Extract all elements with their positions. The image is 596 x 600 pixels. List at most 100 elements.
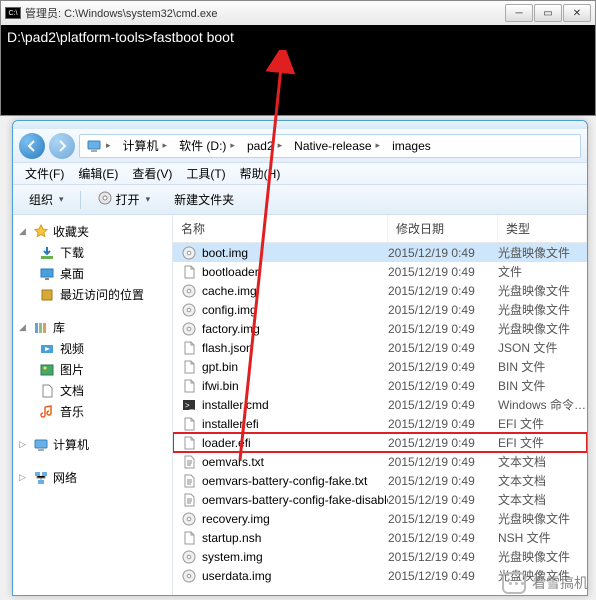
explorer-caption[interactable] [13,121,587,129]
breadcrumb-segment[interactable]: pad2▸ [241,135,288,157]
sidebar-favorites[interactable]: ◢ 收藏夹 [13,221,172,242]
minimize-button[interactable]: ─ [505,4,533,22]
breadcrumb-root[interactable]: ▸ [80,135,117,157]
file-icon [181,416,197,432]
file-row[interactable]: recovery.img2015/12/19 0:49光盘映像文件 [173,509,587,528]
file-row[interactable]: userdata.img2015/12/19 0:49光盘映像文件 [173,566,587,585]
breadcrumb-segment[interactable]: images [386,135,437,157]
organize-button[interactable]: 组织 [21,188,72,211]
menu-help[interactable]: 帮助(H) [234,163,287,184]
menu-view[interactable]: 查看(V) [126,163,178,184]
cmd-output[interactable]: D:\pad2\platform-tools>fastboot boot [1,25,595,115]
file-name: recovery.img [202,512,270,526]
file-type: 文本文档 [498,472,587,489]
file-name: installer.efi [202,417,259,431]
file-type: 光盘映像文件 [498,282,587,299]
file-type: 文件 [498,263,587,280]
forward-button[interactable] [49,133,75,159]
menu-file[interactable]: 文件(F) [19,163,70,184]
column-type[interactable]: 类型 [498,215,587,242]
file-row[interactable]: flash.json2015/12/19 0:49JSON 文件 [173,338,587,357]
maximize-button[interactable]: ▭ [534,4,562,22]
file-row[interactable]: gpt.bin 2015/12/19 0:49BIN 文件 [173,357,587,376]
breadcrumb-segment[interactable]: 计算机▸ [117,135,174,157]
sidebar-item-documents[interactable]: 文档 [13,380,172,401]
file-icon [181,359,197,375]
file-date: 2015/12/19 0:49 [388,360,498,374]
file-row[interactable]: boot.img2015/12/19 0:49光盘映像文件 [173,243,587,262]
file-name: oemvars.txt [202,455,264,469]
file-name: gpt.bin [202,360,238,374]
file-date: 2015/12/19 0:49 [388,474,498,488]
file-row[interactable]: factory.img2015/12/19 0:49光盘映像文件 [173,319,587,338]
open-button[interactable]: 打开 [89,187,159,212]
disclosure-icon: ▷ [19,472,29,483]
file-icon [181,340,197,356]
menu-tools[interactable]: 工具(T) [180,163,231,184]
sidebar-item-recent[interactable]: 最近访问的位置 [13,284,172,305]
file-row[interactable]: installer.efi2015/12/19 0:49EFI 文件 [173,414,587,433]
file-icon [181,568,197,584]
file-date: 2015/12/19 0:49 [388,493,498,507]
file-icon [181,435,197,451]
computer-icon [86,138,102,154]
network-icon [33,470,49,486]
picture-icon [39,362,55,378]
file-type: EFI 文件 [498,434,587,451]
file-name: boot.img [202,246,248,260]
file-date: 2015/12/19 0:49 [388,246,498,260]
file-row[interactable]: ifwi.bin2015/12/19 0:49BIN 文件 [173,376,587,395]
svg-text:>_: >_ [185,401,195,410]
sidebar-network[interactable]: ▷ 网络 [13,467,172,488]
file-date: 2015/12/19 0:49 [388,398,498,412]
file-row[interactable]: loader.efi2015/12/19 0:49EFI 文件 [173,433,587,452]
file-row[interactable]: bootloader 2015/12/19 0:49文件 [173,262,587,281]
sidebar-item-music[interactable]: 音乐 [13,401,172,422]
file-name: system.img [202,550,263,564]
file-row[interactable]: oemvars-battery-config-fake.txt2015/12/1… [173,471,587,490]
file-name: ifwi.bin [202,379,239,393]
file-type: BIN 文件 [498,358,587,375]
breadcrumb-segment[interactable]: 软件 (D:)▸ [173,135,241,157]
file-row[interactable]: system.img2015/12/19 0:49光盘映像文件 [173,547,587,566]
breadcrumb-segment[interactable]: Native-release▸ [288,135,386,157]
file-name: bootloader [202,265,259,279]
file-type: 文本文档 [498,453,587,470]
sidebar-item-desktop[interactable]: 桌面 [13,263,172,284]
toolbar: 组织 打开 新建文件夹 [13,185,587,215]
sidebar-item-downloads[interactable]: 下载 [13,242,172,263]
file-date: 2015/12/19 0:49 [388,265,498,279]
disclosure-icon: ◢ [19,226,29,237]
file-list[interactable]: 名称 修改日期 类型 boot.img2015/12/19 0:49光盘映像文件… [173,215,587,595]
sidebar-libraries[interactable]: ◢ 库 [13,317,172,338]
cmd-icon: C:\ [5,7,21,19]
menu-edit[interactable]: 编辑(E) [72,163,124,184]
file-type: 文本文档 [498,491,587,508]
file-icon [181,302,197,318]
close-button[interactable]: ✕ [563,4,591,22]
file-row[interactable]: >_installer.cmd2015/12/19 0:49Windows 命令… [173,395,587,414]
file-icon [181,492,197,508]
column-date[interactable]: 修改日期 [388,215,498,242]
back-button[interactable] [19,133,45,159]
column-name[interactable]: 名称 [173,215,388,242]
breadcrumb[interactable]: ▸ 计算机▸ 软件 (D:)▸ pad2▸ Native-release▸ im… [79,134,581,158]
file-date: 2015/12/19 0:49 [388,379,498,393]
file-name: userdata.img [202,569,271,583]
file-row[interactable]: startup.nsh2015/12/19 0:49NSH 文件 [173,528,587,547]
file-icon [181,378,197,394]
file-row[interactable]: config.img2015/12/19 0:49光盘映像文件 [173,300,587,319]
disclosure-icon: ▷ [19,439,29,450]
file-row[interactable]: oemvars.txt2015/12/19 0:49文本文档 [173,452,587,471]
file-icon [181,245,197,261]
file-date: 2015/12/19 0:49 [388,284,498,298]
sidebar-item-pictures[interactable]: 图片 [13,359,172,380]
file-row[interactable]: cache.img2015/12/19 0:49光盘映像文件 [173,281,587,300]
cmd-titlebar[interactable]: C:\ 管理员: C:\Windows\system32\cmd.exe ─ ▭… [1,1,595,25]
file-row[interactable]: oemvars-battery-config-fake-disable...20… [173,490,587,509]
sidebar-computer[interactable]: ▷ 计算机 [13,434,172,455]
document-icon [39,383,55,399]
sidebar-item-videos[interactable]: 视频 [13,338,172,359]
new-folder-button[interactable]: 新建文件夹 [166,188,242,211]
chevron-right-icon: ▸ [106,140,111,151]
